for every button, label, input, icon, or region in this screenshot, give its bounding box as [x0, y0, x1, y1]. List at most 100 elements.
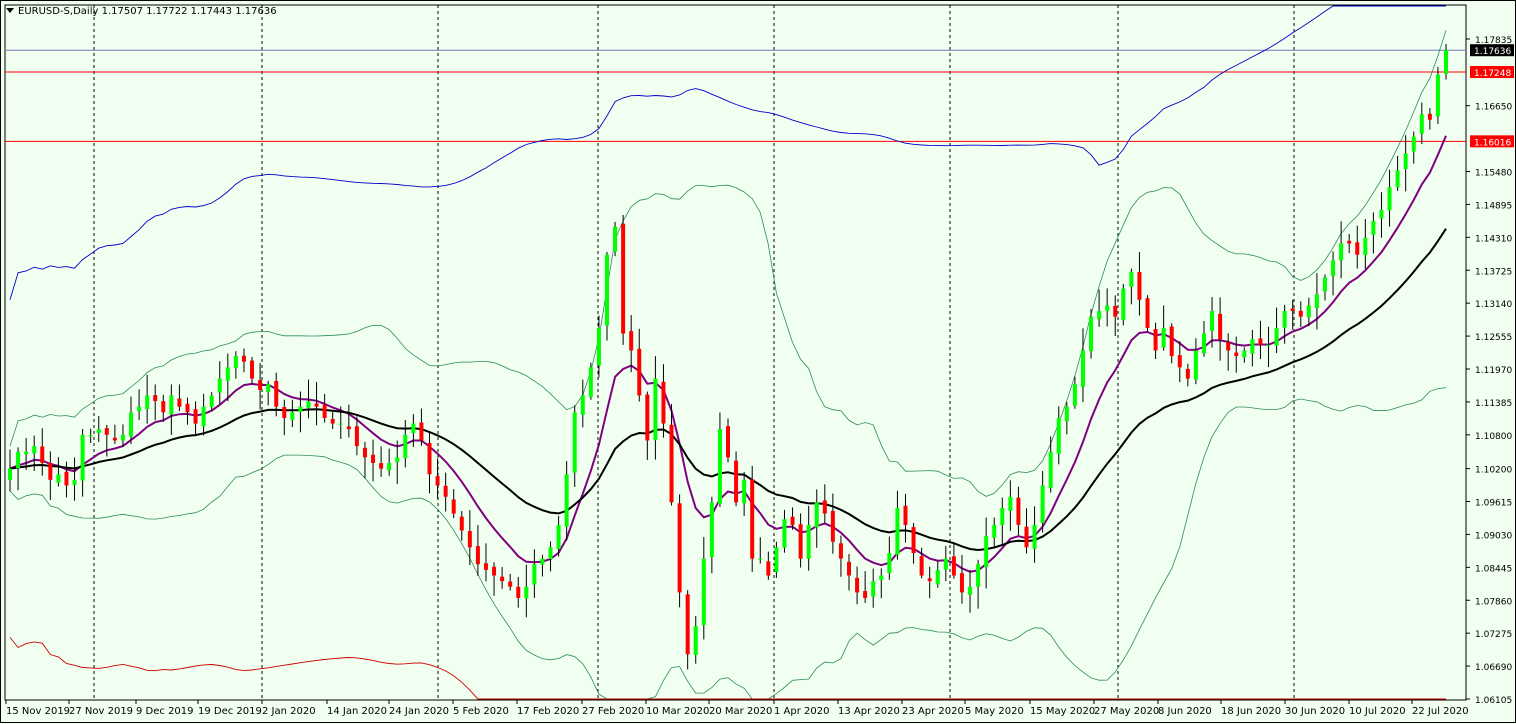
price-axis: 1.178351.166501.154801.148951.143101.137… [1466, 36, 1514, 706]
y-tick-label: 1.09615 [1475, 499, 1512, 509]
bull-candle [742, 479, 747, 504]
bull-candle [387, 462, 392, 471]
bull-candle [1000, 507, 1005, 525]
x-tick-label: 17 Feb 2020 [517, 706, 579, 717]
bull-candle [1387, 187, 1392, 211]
bull-candle [1048, 451, 1053, 488]
bull-candle [1210, 311, 1215, 331]
bull-candle [564, 474, 569, 527]
bear-candle [1218, 313, 1223, 340]
bear-candle [621, 223, 626, 334]
bull-candle [1250, 339, 1255, 354]
bull-candle [1032, 524, 1037, 549]
y-tick-label: 1.06105 [1475, 696, 1512, 706]
bear-candle [443, 485, 448, 497]
bear-candle [153, 395, 158, 402]
x-tick-label: 30 Jun 2020 [1285, 706, 1345, 717]
bear-candle [1016, 497, 1021, 525]
bear-candle [282, 407, 287, 418]
bull-candle [1371, 221, 1376, 235]
bull-candle [56, 474, 61, 483]
collapse-triangle-icon[interactable] [6, 8, 14, 13]
bear-candle [1427, 113, 1432, 120]
bull-candle [201, 406, 206, 427]
chart-window[interactable]: 1.17835 1.16650 1.15480 1.14895 1.14310 1.137… [0, 0, 1516, 723]
bull-candle [217, 378, 222, 393]
bull-candle [1242, 350, 1247, 358]
symbol-header[interactable]: EURUSD-S,Daily 1.17507 1.17722 1.17443 1… [6, 6, 277, 18]
bull-candle [1097, 311, 1102, 320]
bear-candle [1024, 526, 1029, 548]
bull-candle [580, 395, 585, 415]
bull-candle [225, 367, 230, 381]
bear-candle [346, 426, 351, 430]
y-tick-label: 1.07860 [1475, 597, 1512, 607]
bear-candle [661, 381, 666, 424]
bear-candle [1185, 368, 1190, 379]
bear-candle [64, 471, 69, 486]
bear-candle [508, 581, 513, 587]
bull-candle [169, 395, 174, 415]
plot-area-border [4, 4, 1467, 701]
bull-candle [524, 586, 529, 599]
bear-candle [726, 426, 730, 458]
bear-candle [1113, 305, 1118, 317]
bear-candle [492, 566, 497, 576]
bull-candle [968, 586, 973, 595]
bull-candle [72, 479, 77, 485]
x-tick-label: 22 Jul 2020 [1412, 706, 1469, 717]
bull-candle [266, 384, 271, 393]
bull-candle [1314, 294, 1319, 308]
x-tick-label: 19 Dec 2019 [198, 706, 262, 717]
x-tick-label: 20 Mar 2020 [709, 706, 772, 717]
bear-candle [48, 462, 53, 480]
bull-candle [1040, 485, 1045, 523]
bear-candle [838, 543, 843, 559]
bull-candle [984, 536, 989, 568]
bull-candle [774, 547, 779, 573]
bull-candle [588, 367, 593, 397]
bid-price-label: 1.17636 [1474, 47, 1511, 57]
bull-candle [1089, 316, 1094, 352]
bull-candle [701, 558, 706, 625]
bull-candle [338, 423, 343, 425]
bear-candle [104, 428, 109, 435]
bear-candle [459, 516, 464, 531]
bull-candle [613, 226, 618, 252]
ema-slow [9, 228, 1447, 552]
y-tick-label: 1.09030 [1475, 531, 1512, 541]
bull-candle [120, 434, 125, 441]
candlestick-chart[interactable]: 1.178351.166501.154801.148951.143101.137… [1, 1, 1516, 724]
ohlc-close: 1.17636 [235, 6, 277, 17]
bull-candle [709, 502, 714, 558]
envelope-lower [9, 637, 1446, 700]
bull-candle [717, 429, 722, 504]
level-price-label: 1.17248 [1474, 69, 1511, 79]
bear-candle [330, 418, 335, 424]
bear-candle [185, 403, 190, 413]
x-tick-label: 9 Dec 2019 [136, 706, 194, 717]
bear-candle [451, 499, 456, 514]
bull-candle [1331, 260, 1336, 277]
bear-candle [629, 331, 634, 351]
y-tick-label: 1.14310 [1475, 234, 1512, 244]
vertical-grid [93, 5, 1295, 700]
x-tick-label: 5 May 2020 [965, 706, 1024, 717]
x-tick-label: 27 May 2020 [1094, 706, 1159, 717]
bear-candle [193, 409, 198, 424]
bear-candle [40, 446, 45, 463]
bull-candle [1008, 496, 1013, 511]
bear-candle [241, 355, 246, 362]
bull-candle [32, 446, 37, 454]
bear-candle [274, 380, 279, 407]
x-tick-label: 23 Apr 2020 [902, 706, 964, 717]
bull-candle [145, 395, 150, 410]
bull-candle [8, 468, 12, 480]
bull-candle [298, 406, 303, 413]
bull-candle [1274, 327, 1279, 346]
x-tick-label: 1 Apr 2020 [774, 706, 829, 717]
bear-candle [637, 348, 642, 396]
bear-candle [258, 380, 263, 390]
bull-candle [693, 626, 698, 655]
bull-candle [1080, 350, 1085, 387]
